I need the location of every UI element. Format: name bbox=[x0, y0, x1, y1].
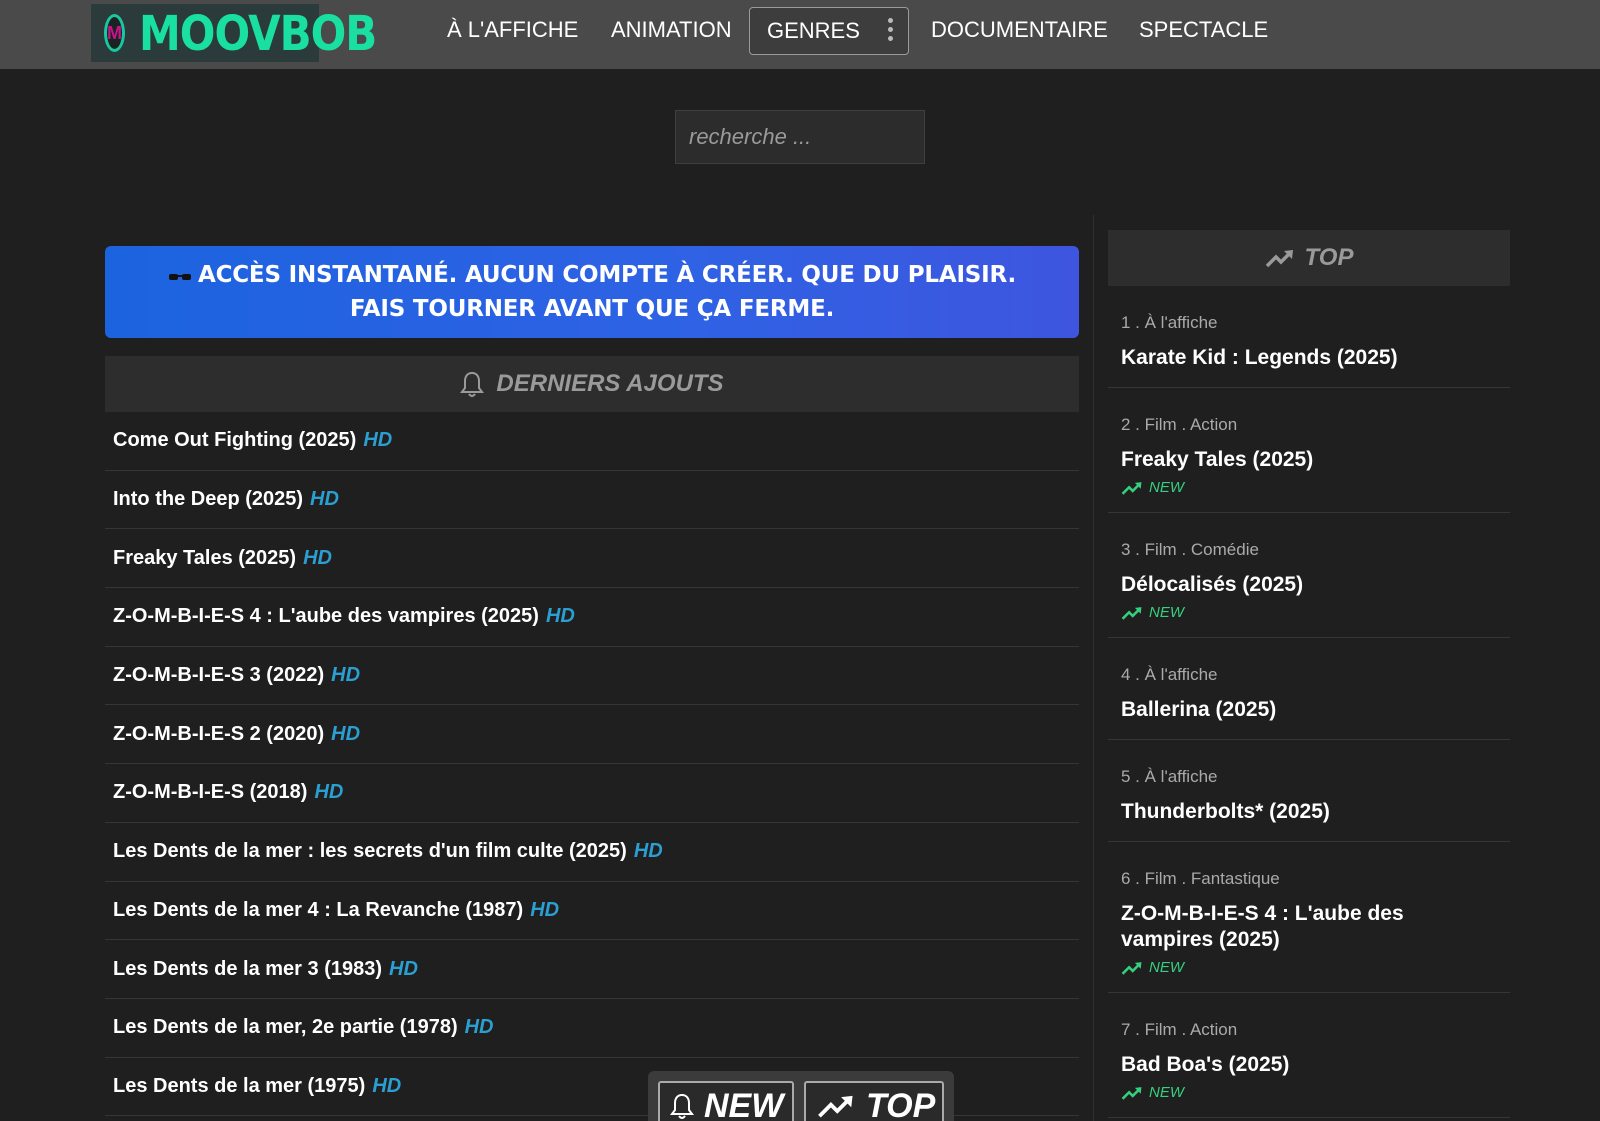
hd-badge: HD bbox=[314, 781, 344, 804]
main-nav: À L'AFFICHE ANIMATION GENRES DOCUMENTAIR… bbox=[0, 0, 1600, 62]
top-item[interactable]: 5 . À l'affiche Thunderbolts* (2025) bbox=[1108, 740, 1510, 842]
top-item-title: Freaky Tales (2025) bbox=[1121, 448, 1314, 471]
top-item[interactable]: 6 . Film . Fantastique Z-O-M-B-I-E-S 4 : … bbox=[1108, 842, 1510, 993]
top-item-meta: 5 . À l'affiche bbox=[1121, 767, 1218, 786]
list-item[interactable]: Z-O-M-B-I-E-S 3 (2022) HD bbox=[105, 647, 1079, 706]
top-item-meta: 6 . Film . Fantastique bbox=[1121, 869, 1280, 888]
bell-icon bbox=[670, 1093, 694, 1119]
nav-a-l-affiche[interactable]: À L'AFFICHE bbox=[447, 17, 578, 43]
hd-badge: HD bbox=[372, 1074, 402, 1097]
hd-badge: HD bbox=[303, 546, 332, 569]
top-item-title: Délocalisés (2025) bbox=[1121, 573, 1304, 596]
top-item[interactable]: 2 . Film . Action Freaky Tales (2025) NEW bbox=[1108, 388, 1510, 513]
top-item[interactable]: 7 . Film . Action Bad Boa's (2025) NEW bbox=[1108, 993, 1510, 1118]
new-badge-label: NEW bbox=[1149, 479, 1184, 496]
banner-text: ACCÈS INSTANTANÉ. AUCUN COMPTE À CRÉER. … bbox=[197, 262, 1017, 322]
top-item-meta: 2 . Film . Action bbox=[1121, 415, 1238, 434]
list-item[interactable]: Les Dents de la mer 4 : La Revanche (198… bbox=[105, 882, 1079, 941]
bell-icon bbox=[460, 371, 485, 397]
hd-badge: HD bbox=[530, 898, 560, 921]
trending-up-icon bbox=[818, 1095, 853, 1118]
list-item[interactable]: Z-O-M-B-I-E-S (2018) HD bbox=[105, 764, 1079, 823]
movie-title: Into the Deep (2025) bbox=[113, 488, 304, 511]
new-badge: NEW bbox=[1121, 479, 1497, 496]
search-input[interactable] bbox=[675, 110, 925, 164]
top-item-title: Thunderbolts* (2025) bbox=[1121, 800, 1330, 823]
top-item[interactable]: 4 . À l'affiche Ballerina (2025) bbox=[1108, 638, 1510, 740]
top-item-title: Karate Kid : Legends (2025) bbox=[1121, 346, 1398, 369]
new-badge-label: NEW bbox=[1149, 604, 1184, 621]
list-item[interactable]: Freaky Tales (2025) HD bbox=[105, 529, 1079, 589]
top-tab-label: TOP bbox=[866, 1086, 936, 1121]
latest-section-title: DERNIERS AJOUTS bbox=[496, 370, 724, 397]
hd-badge: HD bbox=[633, 840, 663, 863]
top-section-title: TOP bbox=[1304, 244, 1354, 271]
hd-badge: HD bbox=[464, 1016, 494, 1039]
kebab-menu-icon bbox=[888, 18, 894, 44]
nav-documentaire[interactable]: DOCUMENTAIRE bbox=[931, 17, 1108, 43]
list-item[interactable]: Into the Deep (2025) HD bbox=[105, 471, 1079, 530]
hd-badge: HD bbox=[363, 429, 393, 452]
top-item-meta: 3 . Film . Comédie bbox=[1121, 540, 1259, 559]
list-item[interactable]: Les Dents de la mer, 2e partie (1978) HD bbox=[105, 999, 1079, 1058]
top-item-meta: 7 . Film . Action bbox=[1121, 1020, 1238, 1039]
top-section-header: TOP bbox=[1108, 230, 1510, 286]
promo-banner[interactable]: ACCÈS INSTANTANÉ. AUCUN COMPTE À CRÉER. … bbox=[105, 246, 1079, 338]
list-item[interactable]: Come Out Fighting (2025) HD bbox=[105, 412, 1079, 471]
top-item-meta: 4 . À l'affiche bbox=[1121, 665, 1218, 684]
trending-up-icon bbox=[1121, 961, 1142, 975]
top-item-title: Ballerina (2025) bbox=[1121, 698, 1277, 721]
top-item-title: Bad Boa's (2025) bbox=[1121, 1053, 1290, 1076]
top-item[interactable]: 1 . À l'affiche Karate Kid : Legends (202… bbox=[1108, 286, 1510, 388]
hd-badge: HD bbox=[389, 957, 418, 980]
top-list: 1 . À l'affiche Karate Kid : Legends (202… bbox=[1108, 286, 1510, 1118]
nav-genres-label: GENRES bbox=[767, 18, 860, 43]
floating-switcher: NEW TOP bbox=[648, 1071, 954, 1121]
list-item[interactable]: Z-O-M-B-I-E-S 4 : L'aube des vampires (2… bbox=[105, 588, 1079, 647]
new-badge: NEW bbox=[1121, 604, 1497, 621]
trending-up-icon bbox=[1121, 606, 1142, 620]
movie-title: Les Dents de la mer 4 : La Revanche (198… bbox=[113, 898, 524, 921]
new-tab-button[interactable]: NEW bbox=[658, 1081, 794, 1121]
movie-title: Freaky Tales (2025) bbox=[113, 546, 297, 569]
nav-spectacle[interactable]: SPECTACLE bbox=[1139, 17, 1268, 43]
top-item[interactable]: 3 . Film . Comédie Délocalisés (2025) NEW bbox=[1108, 513, 1510, 638]
top-navbar: M MOOVBOB À L'AFFICHE ANIMATION GENRES D… bbox=[0, 0, 1600, 69]
trending-up-icon bbox=[1121, 481, 1142, 495]
trending-up-icon bbox=[1265, 250, 1293, 268]
nav-animation[interactable]: ANIMATION bbox=[611, 17, 732, 43]
list-item[interactable]: Les Dents de la mer : les secrets d'un f… bbox=[105, 823, 1079, 882]
nav-genres-dropdown[interactable]: GENRES bbox=[749, 7, 909, 55]
new-badge: NEW bbox=[1121, 959, 1497, 976]
movie-title: Les Dents de la mer 3 (1983) bbox=[113, 957, 383, 980]
top-tab-button[interactable]: TOP bbox=[804, 1081, 944, 1121]
movie-title: Z-O-M-B-I-E-S (2018) bbox=[113, 781, 308, 804]
movie-title: Les Dents de la mer : les secrets d'un f… bbox=[113, 840, 627, 863]
hd-badge: HD bbox=[331, 664, 361, 687]
movie-title: Come Out Fighting (2025) bbox=[113, 429, 357, 452]
hd-badge: HD bbox=[545, 605, 575, 628]
top-item-title: Z-O-M-B-I-E-S 4 : L'aube des vampires (2… bbox=[1121, 902, 1404, 951]
movie-title: Les Dents de la mer, 2e partie (1978) bbox=[113, 1016, 458, 1039]
hd-badge: HD bbox=[331, 722, 361, 745]
new-badge: NEW bbox=[1121, 1084, 1497, 1101]
movie-title: Z-O-M-B-I-E-S 3 (2022) bbox=[113, 664, 325, 687]
new-badge-label: NEW bbox=[1149, 1084, 1184, 1101]
movie-title: Z-O-M-B-I-E-S 4 : L'aube des vampires (2… bbox=[113, 605, 539, 628]
sunglasses-icon bbox=[168, 261, 192, 293]
hd-badge: HD bbox=[310, 488, 339, 511]
new-tab-label: NEW bbox=[704, 1086, 784, 1121]
movie-title: Z-O-M-B-I-E-S 2 (2020) bbox=[113, 722, 325, 745]
banner-content: ACCÈS INSTANTANÉ. AUCUN COMPTE À CRÉER. … bbox=[145, 259, 1039, 325]
latest-list: Come Out Fighting (2025) HD Into the Deep… bbox=[105, 412, 1079, 1117]
list-item[interactable]: Z-O-M-B-I-E-S 2 (2020) HD bbox=[105, 705, 1079, 765]
new-badge-label: NEW bbox=[1149, 959, 1184, 976]
list-item[interactable]: Les Dents de la mer 3 (1983) HD bbox=[105, 940, 1079, 999]
latest-section-header: DERNIERS AJOUTS bbox=[105, 356, 1079, 412]
column-divider bbox=[1093, 215, 1094, 1121]
trending-up-icon bbox=[1121, 1086, 1142, 1100]
movie-title: Les Dents de la mer (1975) bbox=[113, 1074, 366, 1097]
top-item-meta: 1 . À l'affiche bbox=[1121, 313, 1218, 332]
